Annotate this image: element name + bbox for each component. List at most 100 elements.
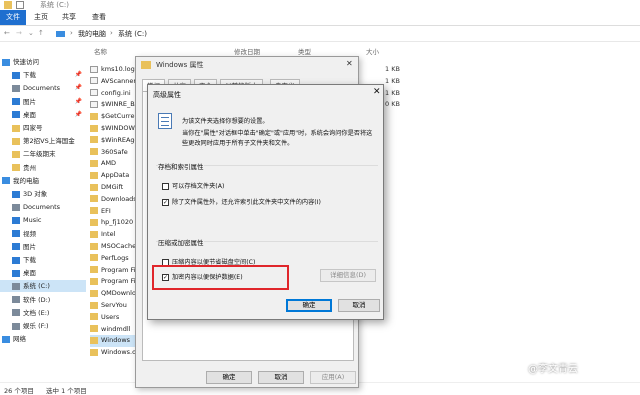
nav-item[interactable]: 图片 📌 <box>0 96 86 108</box>
file-row[interactable]: Windows.old <box>90 347 138 358</box>
column-header-modified[interactable]: 修改日期 <box>234 46 260 56</box>
file-row[interactable]: Intel <box>90 229 138 240</box>
file-row[interactable]: config.ini <box>90 88 138 99</box>
column-header-name[interactable]: 名称 <box>94 46 107 56</box>
file-row[interactable]: kms10.log <box>90 64 138 75</box>
close-icon[interactable]: ✕ <box>373 87 381 97</box>
checkbox-unchecked-icon[interactable] <box>162 182 169 190</box>
nav-item-label: Documents <box>23 84 61 93</box>
nav-item[interactable]: 我的电脑 <box>0 175 86 187</box>
nav-item[interactable]: 网络 <box>0 333 86 345</box>
file-row[interactable]: Windows <box>90 335 138 347</box>
checkbox-toolbar-icon[interactable] <box>16 1 24 9</box>
nav-item[interactable]: 第2招VS上海国金 <box>0 135 86 147</box>
column-header-type[interactable]: 类型 <box>298 46 311 56</box>
file-row[interactable]: AVScanner.ini <box>90 76 138 87</box>
column-header-size[interactable]: 大小 <box>366 46 379 56</box>
desktop-icon <box>12 269 20 277</box>
file-name: Program Files (x86) <box>101 277 138 286</box>
file-name: ServYou <box>101 301 127 309</box>
file-row[interactable]: ServYou <box>90 300 138 311</box>
nav-item[interactable]: 系统 (C:) <box>0 280 86 293</box>
file-icon <box>90 65 98 73</box>
pin-icon[interactable]: 📌 <box>75 96 82 108</box>
back-arrow-icon[interactable]: ← <box>4 29 10 37</box>
nav-item[interactable]: 桌面 📌 <box>0 109 86 121</box>
checkmark-icon[interactable]: ✓ <box>162 198 169 206</box>
folder-icon <box>90 183 98 191</box>
file-row[interactable]: Downloads <box>90 194 138 205</box>
file-row[interactable]: PerfLogs <box>90 253 138 264</box>
tab-home[interactable]: 主页 <box>28 10 54 25</box>
index-checkbox-label: 除了文件属性外，还允许索引此文件夹中文件的内容(I) <box>172 199 321 206</box>
nav-item[interactable]: 四家号 <box>0 122 86 134</box>
nav-item[interactable]: 娱乐 (F:) <box>0 320 86 332</box>
forward-arrow-icon[interactable]: → <box>16 29 22 37</box>
file-row[interactable]: Program Files <box>90 265 138 276</box>
recent-chevron-icon[interactable]: ⌄ <box>28 29 34 37</box>
file-row[interactable]: hp_fj1020 <box>90 217 138 228</box>
video-icon <box>12 230 20 238</box>
file-row[interactable]: $WINDOWS.~WS <box>90 123 138 134</box>
nav-item[interactable]: 桌面 <box>0 267 86 279</box>
details-button[interactable]: 详细信息(D) <box>320 269 376 282</box>
file-row[interactable]: DMGift <box>90 182 138 193</box>
file-row[interactable]: EFI <box>90 206 138 217</box>
advanced-description: 为该文件夹选择你想要的设置。 当你在"属性"对话框中单击"确定"或"应用"时，系… <box>182 117 377 149</box>
tab-file[interactable]: 文件 <box>0 10 26 25</box>
folder-icon <box>90 218 98 226</box>
file-row[interactable]: MSOCache <box>90 241 138 252</box>
file-row[interactable]: $WinREAgent <box>90 135 138 146</box>
advanced-ok-button[interactable]: 确定 <box>286 299 332 312</box>
nav-item[interactable]: 二年级期末 <box>0 148 86 160</box>
nav-item[interactable]: Documents 📌 <box>0 82 86 94</box>
star-icon <box>2 58 10 66</box>
pin-icon[interactable]: 📌 <box>75 109 82 121</box>
quick-access-toolbar-icon[interactable] <box>4 1 12 9</box>
file-row[interactable]: $WINRE_BACKUP_PARTITION.MARKER <box>90 99 138 110</box>
nav-item-label: 文档 (E:) <box>23 308 50 317</box>
nav-item[interactable]: 文档 (E:) <box>0 307 86 319</box>
properties-dialog-title: Windows 属性 <box>156 61 204 69</box>
breadcrumb-my-computer[interactable]: 我的电脑 <box>78 29 106 39</box>
tab-view[interactable]: 查看 <box>86 10 112 25</box>
folder-icon <box>90 254 98 262</box>
nav-item-label: Documents <box>23 203 61 212</box>
props-apply-button[interactable]: 应用(A) <box>310 371 356 384</box>
props-ok-button[interactable]: 确定 <box>206 371 252 384</box>
nav-item[interactable]: 贵州 <box>0 162 86 174</box>
tab-share[interactable]: 共享 <box>56 10 82 25</box>
file-row[interactable]: windmdll <box>90 324 138 335</box>
nav-item[interactable]: 快速访问 <box>0 56 86 68</box>
file-name: AMD <box>101 159 117 168</box>
nav-item[interactable]: 下载 📌 <box>0 69 86 81</box>
nav-item[interactable]: 视频 <box>0 228 86 240</box>
file-name: Windows.old <box>101 348 138 357</box>
index-checkbox[interactable]: ✓ 除了文件属性外，还允许索引此文件夹中文件的内容(I) <box>162 197 321 206</box>
archive-checkbox[interactable]: 可以存档文件夹(A) <box>162 181 224 190</box>
pin-icon[interactable]: 📌 <box>75 82 82 94</box>
nav-item-label: 系统 (C:) <box>23 282 50 291</box>
nav-item[interactable]: 下载 <box>0 254 86 266</box>
breadcrumb-drive-c[interactable]: 系统 (C:) <box>118 29 147 39</box>
file-row[interactable]: 360Safe <box>90 147 138 158</box>
file-row[interactable]: QMDownload <box>90 288 138 299</box>
file-row[interactable]: Program Files (x86) <box>90 276 138 287</box>
file-row[interactable]: AppData <box>90 170 138 181</box>
advanced-cancel-button[interactable]: 取消 <box>338 299 380 312</box>
nav-item[interactable]: 3D 对象 <box>0 188 86 200</box>
file-row[interactable]: $GetCurrent <box>90 111 138 122</box>
address-bar[interactable]: ← → ⌄ ↑ › 我的电脑 › 系统 (C:) <box>0 26 640 42</box>
file-row[interactable]: Users <box>90 312 138 323</box>
props-cancel-button[interactable]: 取消 <box>258 371 304 384</box>
nav-item[interactable]: Documents <box>0 201 86 213</box>
nav-item[interactable]: 图片 <box>0 241 86 253</box>
nav-item[interactable]: 软件 (D:) <box>0 294 86 306</box>
close-icon[interactable]: ✕ <box>346 59 353 68</box>
file-row[interactable]: AMD <box>90 158 138 169</box>
up-arrow-icon[interactable]: ↑ <box>38 29 44 37</box>
pin-icon[interactable]: 📌 <box>75 69 82 81</box>
nav-item[interactable]: Music <box>0 214 86 226</box>
nav-item-label: 四家号 <box>23 124 43 132</box>
file-icon <box>90 77 98 85</box>
